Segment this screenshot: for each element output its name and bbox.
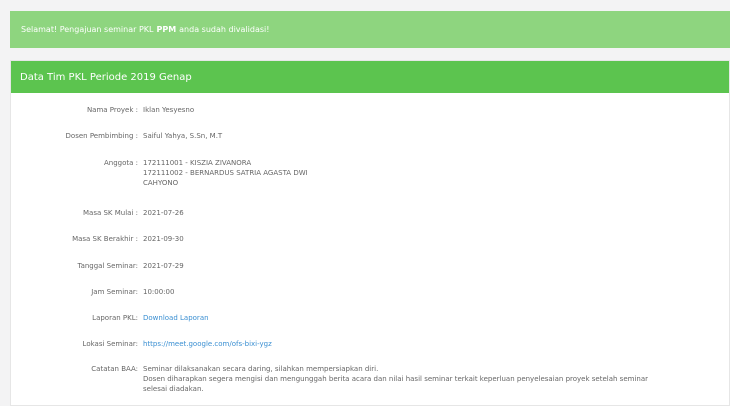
detail-value: 10:00:00 [143,288,175,296]
detail-label: Laporan PKL: [92,314,138,322]
member-line: 172111002 - BERNARDUS SATRIA AGASTA DWI [143,169,308,177]
detail-label: Catatan BAA: [91,365,138,373]
detail-value: Seminar dilaksanakan secara daring, sila… [143,364,723,394]
detail-label: Lokasi Seminar: [82,340,138,348]
member-line: CAHYONO [143,179,179,187]
alert-text-highlight: PPM [156,25,177,34]
detail-value: 2021-07-29 [143,262,184,270]
download-report-link[interactable]: Download Laporan [143,314,209,322]
note-line: Seminar dilaksanakan secara daring, sila… [143,365,379,373]
detail-label: Anggota : [103,159,138,167]
member-line: 172111001 - KISZIA ZIVANORA [143,159,252,167]
detail-value: Download Laporan [143,313,723,323]
alert-text-prefix: Selamat! Pengajuan seminar PKL [21,25,154,34]
note-line: selesai diadakan. [143,385,204,393]
detail-label: Tanggal Seminar: [77,262,138,270]
detail-value: 172111001 - KISZIA ZIVANORA 172111002 - … [143,158,723,188]
detail-label: Masa SK Mulai : [83,209,138,217]
note-line: Dosen diharapkan segera mengisi dan meng… [143,375,648,383]
detail-value: Saiful Yahya, S.Sn, M.T [143,132,223,140]
detail-label: Jam Seminar: [91,288,138,296]
meeting-link[interactable]: https://meet.google.com/ofs-bixi-ygz [143,340,272,348]
detail-label: Dosen Pembimbing : [65,132,138,140]
detail-label: Nama Proyek : [86,106,138,114]
detail-label: Masa SK Berakhir : [72,235,138,243]
panel-title: Data Tim PKL Periode 2019 Genap [11,61,729,93]
team-data-panel: Data Tim PKL Periode 2019 Genap Nama Pro… [10,60,730,406]
detail-value: Iklan Yesyesno [143,106,195,114]
detail-value: https://meet.google.com/ofs-bixi-ygz [143,339,723,349]
alert-text-suffix: anda sudah divalidasi! [179,25,270,34]
validation-success-alert: Selamat! Pengajuan seminar PKL PPM anda … [10,11,730,48]
detail-value: 2021-07-26 [143,209,184,217]
detail-value: 2021-09-30 [143,235,184,243]
